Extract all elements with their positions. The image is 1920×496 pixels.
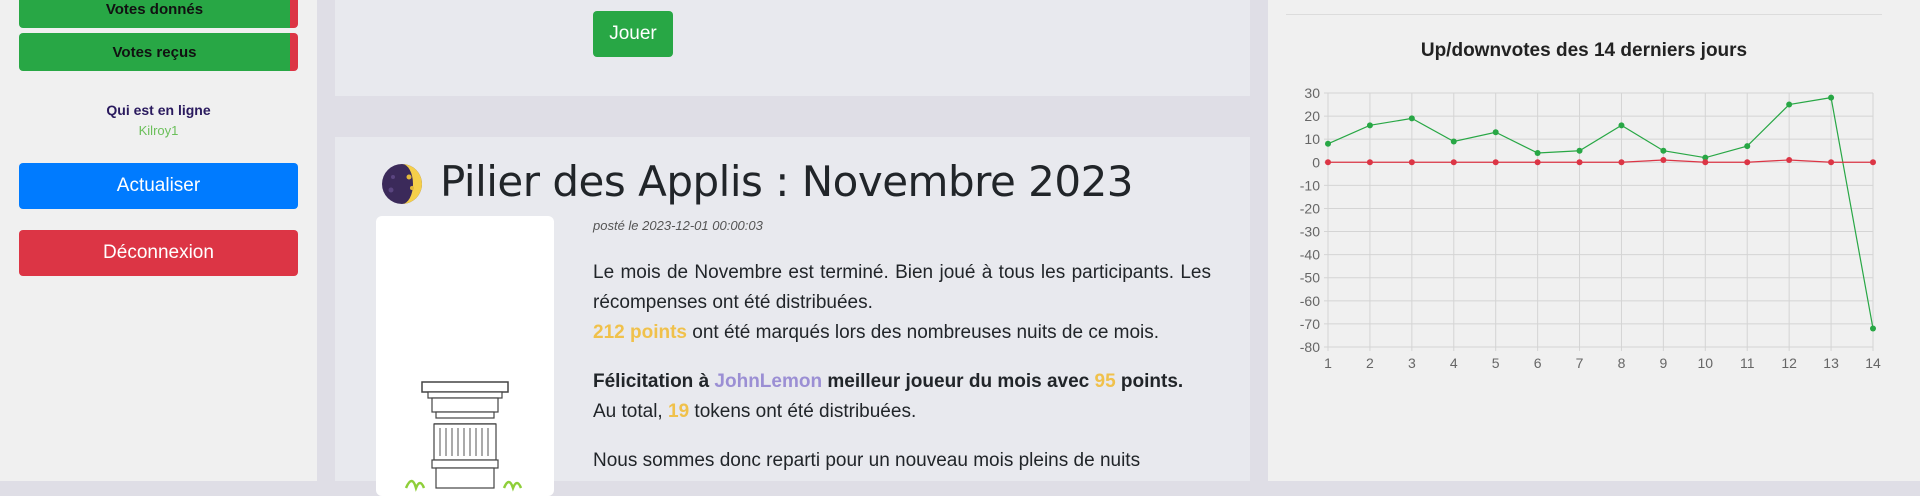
series-1-point: [1702, 159, 1709, 166]
logout-label: Déconnexion: [103, 242, 214, 263]
series-1-point: [1744, 159, 1751, 166]
post-title: Pilier des Applis : Novembre 2023: [440, 157, 1134, 206]
series-1-point: [1870, 159, 1876, 166]
y-tick-label: -30: [1300, 224, 1320, 240]
votes-received-button[interactable]: Votes reçus: [19, 33, 298, 71]
series-1-point: [1786, 156, 1793, 163]
refresh-label: Actualiser: [116, 175, 201, 196]
moon-icon: [382, 164, 422, 204]
best-player-score: 95: [1094, 371, 1116, 392]
post-p2-c: points.: [1115, 371, 1184, 392]
logout-button[interactable]: Déconnexion: [19, 230, 298, 276]
x-tick-label: 5: [1492, 355, 1500, 371]
series-line-0: [1327, 96, 1874, 329]
post-paragraph-3: Nous sommes donc reparti pour un nouveau…: [593, 446, 1211, 476]
y-tick-label: -40: [1300, 247, 1320, 263]
x-tick-label: 14: [1865, 355, 1881, 371]
x-tick-label: 3: [1408, 355, 1416, 371]
series-0-point: [1450, 138, 1457, 145]
post-p3-text: Nous sommes donc reparti pour un nouveau…: [593, 450, 1141, 471]
y-tick-label: -20: [1300, 200, 1320, 216]
post-p1-text: Le mois de Novembre est terminé. Bien jo…: [593, 262, 1211, 313]
y-tick-label: -10: [1300, 177, 1320, 193]
series-1-point: [1408, 159, 1415, 166]
series-0-point: [1408, 115, 1415, 122]
chart-title: Up/downvotes des 14 derniers jours: [1420, 40, 1748, 61]
series-0-point: [1618, 122, 1625, 129]
series-0-point: [1828, 94, 1835, 101]
y-tick-label: -80: [1300, 339, 1320, 355]
y-tick-label: -70: [1300, 316, 1320, 332]
x-tick-label: 11: [1740, 355, 1755, 371]
series-1-point: [1828, 159, 1835, 166]
series-1-point: [1660, 156, 1667, 163]
votes-given-button[interactable]: Votes donnés: [19, 0, 298, 28]
online-title: Qui est en ligne: [106, 102, 211, 118]
sidebar: Votes donnés Votes reçus Qui est en lign…: [0, 0, 317, 481]
votes-given-label: Votes donnés: [105, 0, 204, 18]
play-label: Jouer: [609, 23, 657, 44]
total-points: 212 points: [593, 322, 687, 343]
post-p2-e: tokens ont été distribuées.: [689, 401, 917, 422]
play-button[interactable]: Jouer: [593, 11, 673, 57]
previous-post-card: [335, 0, 1250, 96]
tokens-count: 19: [668, 401, 690, 422]
series-0-point: [1366, 122, 1373, 129]
online-user-link[interactable]: Kilroy1: [0, 123, 317, 138]
series-0-point: [1870, 325, 1876, 332]
series-1-point: [1450, 159, 1457, 166]
refresh-button[interactable]: Actualiser: [19, 163, 298, 209]
y-tick-label: 30: [1304, 85, 1320, 101]
y-tick-label: -50: [1300, 270, 1320, 286]
series-0-point: [1534, 150, 1541, 157]
series-1-point: [1618, 159, 1625, 166]
divider: [1286, 14, 1882, 15]
votes-chart: 3020100-10-20-30-40-50-60-70-801 2 3 4 5 6 7 8 9…: [1300, 85, 1881, 371]
post-date: posté le 2023-12-01 00:00:03: [593, 218, 763, 233]
series-0-point: [1744, 143, 1751, 150]
series-0-point: [1576, 147, 1583, 154]
post-p1-rest: ont été marqués lors des nombreuses nuit…: [686, 322, 1160, 343]
x-tick-label: 10: [1698, 355, 1714, 371]
series-0-point: [1492, 129, 1499, 136]
y-tick-label: 20: [1304, 108, 1320, 124]
post-p2-b: meilleur joueur du mois avec: [822, 371, 1095, 392]
x-tick-label: 8: [1618, 355, 1626, 371]
series-1-point: [1325, 159, 1331, 166]
x-tick-label: 9: [1659, 355, 1667, 371]
series-1-point: [1534, 159, 1541, 166]
y-tick-label: 0: [1312, 154, 1320, 170]
x-tick-label: 13: [1823, 355, 1839, 371]
series-0-point: [1325, 140, 1331, 147]
post-p2-d: Au total,: [593, 401, 668, 422]
series-0-point: [1660, 147, 1667, 154]
votes-received-label: Votes reçus: [112, 43, 197, 61]
post-paragraph-2: Félicitation à JohnLemon meilleur joueur…: [593, 367, 1211, 427]
series-1-point: [1492, 159, 1499, 166]
x-tick-label: 12: [1781, 355, 1797, 371]
series-1-point: [1576, 159, 1583, 166]
x-tick-label: 4: [1450, 355, 1458, 371]
series-0-point: [1786, 101, 1793, 108]
x-tick-label: 1: [1324, 355, 1332, 371]
y-tick-label: 10: [1304, 131, 1320, 147]
y-tick-label: -60: [1300, 293, 1320, 309]
x-tick-label: 2: [1366, 355, 1374, 371]
series-1-point: [1366, 159, 1373, 166]
x-tick-label: 7: [1576, 355, 1584, 371]
best-player-link[interactable]: JohnLemon: [714, 371, 822, 392]
pillar-image: [376, 216, 554, 496]
post-p2-a: Félicitation à: [593, 371, 715, 392]
post-paragraph-1: Le mois de Novembre est terminé. Bien jo…: [593, 258, 1211, 348]
x-tick-label: 6: [1534, 355, 1542, 371]
